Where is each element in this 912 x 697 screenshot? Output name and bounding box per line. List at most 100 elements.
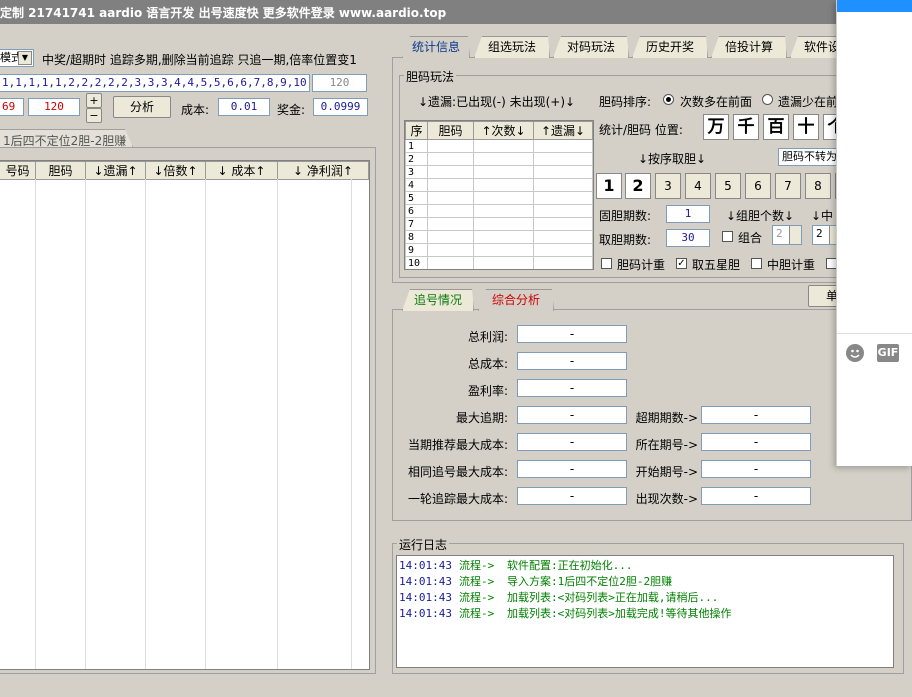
five-star-checkbox[interactable]: ✓ <box>676 258 687 269</box>
table-row[interactable]: 1 <box>405 139 593 153</box>
table-row[interactable]: 10 <box>405 256 593 269</box>
dan-table[interactable]: 序 胆码 ↑次数↓ ↑遗漏↓ 1 2 3 4 5 6 7 8 9 10 <box>404 120 594 270</box>
col-profit[interactable]: ↓ 净利润↑ <box>277 161 369 180</box>
col-seq[interactable]: 序 <box>405 121 428 140</box>
stat-current-max-cost: - <box>517 433 627 451</box>
chat-popup[interactable]: GIF <box>836 0 912 466</box>
sort-radio-omission[interactable] <box>762 94 773 105</box>
col-omission[interactable]: ↓遗漏↑ <box>85 161 146 180</box>
decrement-button[interactable]: − <box>86 108 102 123</box>
table-row[interactable]: 2 <box>405 152 593 166</box>
table-cell <box>427 139 474 153</box>
tab-multiplier[interactable]: 倍投计算 <box>711 36 787 58</box>
dan-weight-checkbox[interactable] <box>601 258 612 269</box>
table-cell <box>533 256 593 269</box>
stat-label-current-max-cost: 当期推荐最大成本: <box>407 438 508 452</box>
number-button-5[interactable]: 5 <box>715 173 741 199</box>
log-line: 14:01:43 流程-> 导入方案:1后四不定位2胆-2胆赚 <box>399 575 673 588</box>
number-button-6[interactable]: 6 <box>745 173 771 199</box>
stat-label-max-chase: 最大追期: <box>455 411 508 425</box>
number-button-4[interactable]: 4 <box>685 173 711 199</box>
table-row[interactable]: 4 <box>405 178 593 192</box>
col-count[interactable]: ↑次数↓ <box>473 121 534 140</box>
log-list[interactable]: 14:01:43 流程-> 软件配置:正在初始化... 14:01:43 流程-> 导入… <box>396 555 894 668</box>
col-omit[interactable]: ↑遗漏↓ <box>533 121 593 140</box>
col-dan[interactable]: 胆码 <box>35 161 86 180</box>
number-button-7[interactable]: 7 <box>775 173 801 199</box>
col-cost[interactable]: ↓ 成本↑ <box>205 161 278 180</box>
tab-analysis[interactable]: 综合分析 <box>478 289 554 311</box>
sequence-total-field[interactable]: 120 <box>312 74 367 92</box>
sort-radio-count[interactable] <box>663 94 674 105</box>
increment-button[interactable]: + <box>86 93 102 108</box>
red-value-b-field[interactable]: 120 <box>28 98 80 116</box>
table-cell <box>533 217 593 231</box>
scheme-table[interactable]: 号码 胆码 ↓遗漏↑ ↓倍数↑ ↓ 成本↑ ↓ 净利润↑ <box>0 160 370 670</box>
gif-button[interactable]: GIF <box>877 344 899 362</box>
prize-label: 奖金: <box>277 103 306 117</box>
tab-chase[interactable]: 追号情况 <box>402 289 474 311</box>
combine-label: 组合 <box>738 231 763 245</box>
number-button-1[interactable]: 1 <box>596 173 622 199</box>
row-seq: 10 <box>405 256 428 269</box>
stat-label-total-cost: 总成本: <box>467 357 508 371</box>
smile-icon[interactable] <box>846 344 864 362</box>
title-bar: 定制 21741741 aardio 语言开发 出号速度快 更多软件登录 www… <box>0 0 912 24</box>
position-bai-button[interactable]: 百 <box>763 114 789 140</box>
number-button-2[interactable]: 2 <box>625 173 651 199</box>
table-cell <box>473 178 534 192</box>
cost-field[interactable]: 0.01 <box>218 98 270 116</box>
table-row[interactable]: 3 <box>405 165 593 179</box>
mid-weight-checkbox[interactable] <box>751 258 762 269</box>
table-row[interactable]: 7 <box>405 217 593 231</box>
tab-history[interactable]: 历史开奖 <box>632 36 708 58</box>
combine-stepper[interactable]: 2 <box>772 225 802 245</box>
position-shi-button[interactable]: 十 <box>793 114 819 140</box>
tab-group-select[interactable]: 组选玩法 <box>474 36 550 58</box>
table-cell <box>533 139 593 153</box>
stat-issue: - <box>701 433 811 451</box>
tab-stats[interactable]: 统计信息 <box>402 36 470 58</box>
combine-checkbox[interactable] <box>722 231 733 242</box>
table-row[interactable]: 5 <box>405 191 593 205</box>
sequence-field[interactable]: 1,1,1,1,1,2,2,2,2,2,3,3,3,4,4,5,5,6,6,7,… <box>0 74 310 92</box>
cost-label: 成本: <box>181 103 210 117</box>
log-line: 14:01:43 流程-> 加载列表:<对码列表>加载完成!等待其他操作 <box>399 607 732 620</box>
col-dan-code[interactable]: 胆码 <box>427 121 474 140</box>
tab-pair-code[interactable]: 对码玩法 <box>553 36 629 58</box>
table-row[interactable]: 6 <box>405 204 593 218</box>
fixed-period-field[interactable]: 1 <box>666 205 710 223</box>
stat-max-chase: - <box>517 406 627 424</box>
stat-occurrences: - <box>701 487 811 505</box>
col-number[interactable]: 号码 <box>0 161 36 180</box>
position-qian-button[interactable]: 千 <box>733 114 759 140</box>
omission-note: ↓遗漏:已出现(-) 未出现(+)↓ <box>418 95 576 109</box>
log-title: 运行日志 <box>397 536 450 553</box>
stat-label-occurrences: 出现次数-> <box>635 492 698 506</box>
analyze-button[interactable]: 分析 <box>113 96 171 118</box>
row-seq: 6 <box>405 204 428 218</box>
scheme-tab[interactable]: 1后四不定位2胆-2胆赚 <box>0 129 133 147</box>
table-cell <box>427 178 474 192</box>
table-row[interactable]: 9 <box>405 243 593 257</box>
dan-group-title: 胆码玩法 <box>404 68 457 85</box>
stat-start-issue: - <box>701 460 811 478</box>
number-button-3[interactable]: 3 <box>655 173 681 199</box>
table-cell <box>473 204 534 218</box>
row-seq: 2 <box>405 152 428 166</box>
chase-notice: 中奖/超期时 追踪多期,删除当前追踪 只追一期,倍率位置变1 <box>42 53 357 67</box>
red-value-a-field[interactable]: 69 <box>0 98 24 116</box>
prize-field[interactable]: 0.0999 <box>313 98 368 116</box>
table-cell <box>473 152 534 166</box>
number-button-8[interactable]: 8 <box>805 173 831 199</box>
table-cell <box>473 230 534 244</box>
take-period-field[interactable]: 30 <box>666 229 710 247</box>
col-multiple[interactable]: ↓倍数↑ <box>145 161 206 180</box>
table-cell <box>533 178 593 192</box>
table-row[interactable]: 8 <box>405 230 593 244</box>
mode-select[interactable]: 模式 ▼ <box>0 49 34 67</box>
table-cell <box>473 139 534 153</box>
chevron-down-icon: ▼ <box>18 51 32 65</box>
order-label: ↓按序取胆↓ <box>638 152 707 166</box>
position-wan-button[interactable]: 万 <box>703 114 729 140</box>
